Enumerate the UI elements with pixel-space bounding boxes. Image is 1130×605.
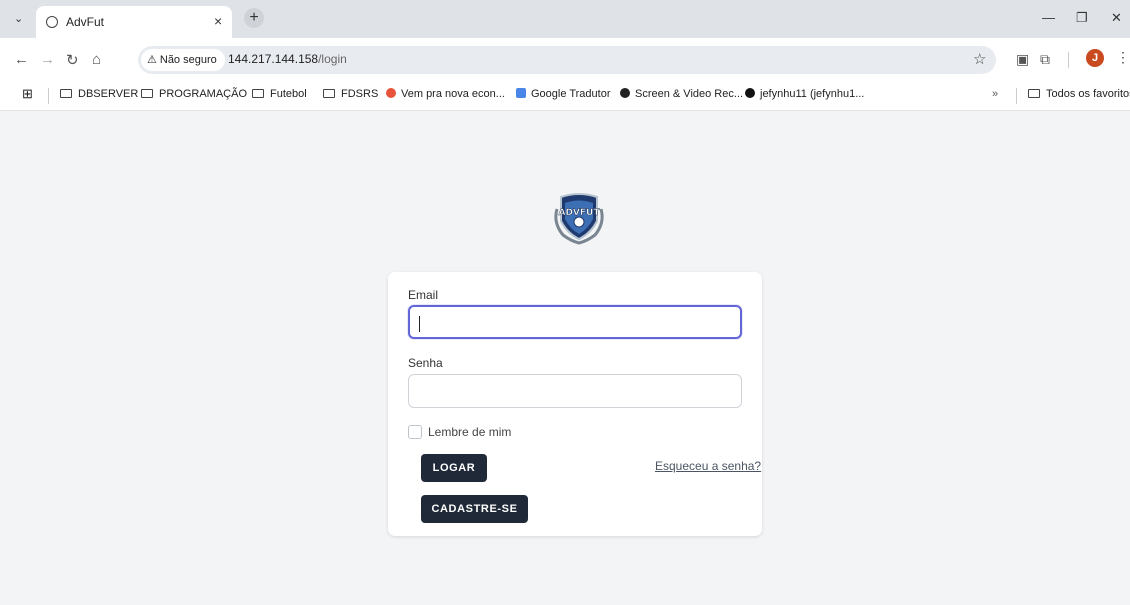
remember-me-checkbox[interactable]: [408, 425, 422, 439]
bookmark-google-tradutor[interactable]: Google Tradutor: [516, 88, 611, 100]
close-tab-icon[interactable]: ×: [214, 13, 222, 29]
reload-icon[interactable]: ↻: [66, 51, 79, 69]
bookmark-label: DBSERVER: [78, 88, 139, 100]
bookmark-label: PROGRAMAÇÃO: [159, 88, 248, 100]
tab-strip: ⌄ AdvFut × + — ❐ ✕: [0, 0, 1130, 38]
remember-me-label[interactable]: Lembre de mim: [428, 425, 511, 439]
toolbar-divider: [1068, 52, 1069, 68]
bookmark-separator: [1016, 88, 1017, 104]
puzzle-extensions-icon[interactable]: ⧉: [1040, 51, 1050, 68]
bookmark-todos-favoritos[interactable]: Todos os favoritos: [1028, 88, 1130, 100]
github-icon: [745, 88, 755, 98]
tab-title: AdvFut: [66, 15, 105, 29]
login-card: Email Senha Lembre de mim LOGAR Esqueceu…: [388, 272, 762, 536]
home-icon[interactable]: ⌂: [92, 51, 101, 68]
url-text: 144.217.144.158/login: [228, 52, 347, 66]
folder-icon: [1028, 89, 1040, 98]
security-indicator[interactable]: ⚠ Não seguro: [141, 49, 225, 71]
bookmarks-bar: ⊞ DBSERVER PROGRAMAÇÃO Futebol FDSRS Vem…: [0, 82, 1130, 111]
folder-icon: [252, 89, 264, 98]
bookmark-screen-video[interactable]: Screen & Video Rec...: [620, 88, 743, 100]
bookmark-label: FDSRS: [341, 88, 379, 100]
email-label: Email: [408, 288, 439, 302]
bookmark-label: jefynhu11 (jefynhu1...: [760, 88, 865, 100]
email-field[interactable]: [408, 305, 742, 339]
bookmark-label: Futebol: [270, 88, 307, 100]
login-button[interactable]: LOGAR: [421, 454, 487, 482]
restore-window-icon[interactable]: ❐: [1076, 10, 1088, 26]
text-caret: [419, 316, 420, 332]
close-window-icon[interactable]: ✕: [1111, 10, 1122, 26]
record-icon: [620, 88, 630, 98]
folder-icon: [323, 89, 335, 98]
bookmark-star-icon[interactable]: ☆: [973, 50, 986, 68]
forgot-password-link[interactable]: Esqueceu a senha?: [655, 459, 761, 473]
tab-search-chevron-icon[interactable]: ⌄: [14, 12, 23, 25]
folder-icon: [141, 89, 153, 98]
bookmark-github[interactable]: jefynhu11 (jefynhu1...: [745, 88, 864, 100]
mb-logo-icon: [386, 88, 396, 98]
bookmark-vem-pra-nova[interactable]: Vem pra nova econ...: [386, 88, 505, 100]
bookmark-futebol[interactable]: Futebol: [252, 88, 307, 100]
bookmark-fdsrs[interactable]: FDSRS: [323, 88, 378, 100]
password-label: Senha: [408, 356, 443, 370]
bookmark-label: Google Tradutor: [531, 88, 611, 100]
forward-arrow-icon[interactable]: →: [40, 51, 55, 68]
bookmark-dbserver[interactable]: DBSERVER: [60, 88, 138, 100]
bookmark-label: Screen & Video Rec...: [635, 88, 744, 100]
url-path: /login: [318, 52, 347, 66]
minimize-window-icon[interactable]: —: [1042, 10, 1055, 25]
browser-toolbar: ← → ↻ ⌂ ⚠ Não seguro 144.217.144.158/logi…: [0, 38, 1130, 82]
signup-button[interactable]: CADASTRE-SE: [421, 495, 528, 523]
warning-triangle-icon: ⚠: [147, 54, 157, 66]
password-field[interactable]: [408, 374, 742, 408]
globe-icon: [46, 16, 58, 28]
back-arrow-icon[interactable]: ←: [14, 51, 29, 68]
logo-text: ADVFUT: [559, 208, 601, 218]
bookmark-label: Todos os favoritos: [1046, 88, 1130, 100]
advfut-logo: ADVFUT: [554, 193, 604, 245]
bookmark-label: Vem pra nova econ...: [401, 88, 505, 100]
menu-kebab-icon[interactable]: ⋮: [1116, 49, 1130, 66]
google-translate-icon: [516, 88, 526, 98]
bookmark-separator: [48, 88, 49, 104]
extension-icon[interactable]: ▣: [1016, 51, 1029, 68]
more-bookmarks-chevron-icon[interactable]: »: [992, 88, 998, 100]
security-label: Não seguro: [159, 54, 217, 66]
url-host: 144.217.144.158: [228, 52, 319, 66]
new-tab-button[interactable]: +: [244, 8, 264, 28]
bookmark-programacao[interactable]: PROGRAMAÇÃO: [141, 88, 247, 100]
page-content: ADVFUT Email Senha Lembre de mim LOGAR E…: [0, 111, 1130, 605]
address-bar[interactable]: ⚠ Não seguro 144.217.144.158/login ☆: [138, 46, 996, 74]
folder-icon: [60, 89, 72, 98]
browser-tab-active[interactable]: AdvFut ×: [36, 6, 232, 38]
profile-avatar[interactable]: J: [1086, 49, 1104, 67]
apps-grid-icon[interactable]: ⊞: [22, 86, 33, 102]
